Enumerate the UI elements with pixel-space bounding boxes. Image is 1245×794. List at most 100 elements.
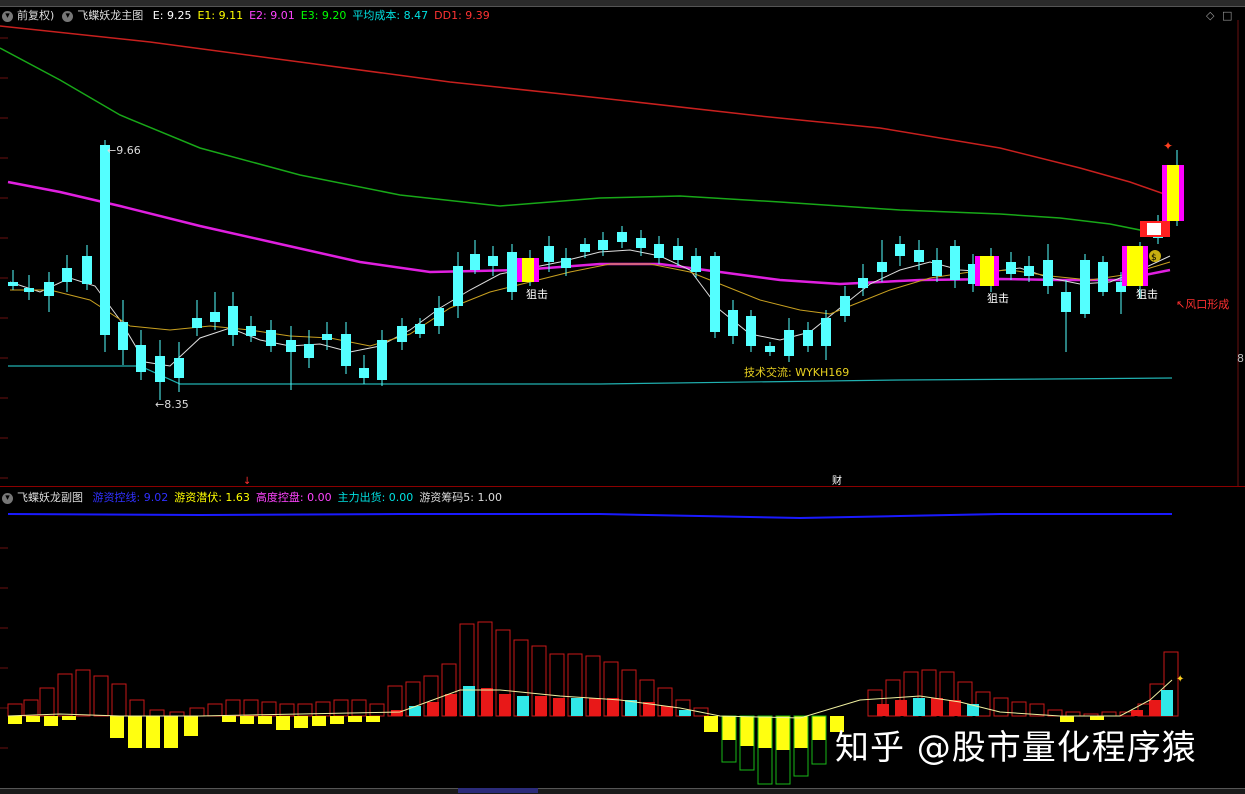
histogram-fill <box>589 698 601 716</box>
candle-body <box>636 238 646 248</box>
candle-body <box>246 326 256 336</box>
histogram-bar-down <box>776 716 790 750</box>
histogram-bar-down <box>366 716 380 722</box>
signal-candle-inner <box>522 258 534 282</box>
histogram-fill <box>1161 690 1173 716</box>
histogram-bar-up <box>93 675 109 717</box>
contact-text: 技术交流: WYKH169 <box>744 365 849 379</box>
histogram-bar-down <box>62 716 76 720</box>
signal-candle-inner <box>980 256 994 286</box>
signal-candle-inner <box>1127 246 1143 286</box>
candle-body <box>580 244 590 252</box>
histogram-bar-up <box>7 703 23 717</box>
candle-body <box>561 258 571 268</box>
candle-body <box>341 334 351 366</box>
histogram-bar-up <box>261 701 277 717</box>
histogram-bar-down <box>222 716 236 722</box>
candle-body <box>136 345 146 372</box>
histogram-fill <box>1131 710 1143 716</box>
candle-body <box>840 296 850 316</box>
histogram-bar-down <box>740 716 754 746</box>
histogram-bar-up <box>243 699 259 717</box>
candle-body <box>950 246 960 280</box>
candle-body <box>415 324 425 334</box>
candle-body <box>1043 260 1053 286</box>
histogram-bar-up <box>23 699 39 717</box>
histogram-fill <box>517 696 529 716</box>
histogram-fill <box>877 704 889 716</box>
candle-body <box>746 316 756 346</box>
candle-body <box>155 356 165 382</box>
histogram-bar-down <box>704 716 718 732</box>
histogram-bar-down <box>110 716 124 738</box>
candle-body <box>359 368 369 378</box>
low-price-label: ←8.35 <box>155 398 189 411</box>
candle-body <box>82 256 92 284</box>
histogram-fill <box>1149 700 1161 716</box>
candle-body <box>784 330 794 356</box>
candle-body <box>8 282 18 286</box>
risk-label: ↖风口形成 <box>1176 298 1229 311</box>
histogram-bar-down <box>758 716 772 748</box>
candle-body <box>617 232 627 242</box>
histogram-marker: ✦ <box>1176 674 1184 685</box>
histogram-bar-down <box>184 716 198 736</box>
snipe-label-1: 狙击 <box>526 288 548 301</box>
control-line <box>7 513 1172 520</box>
candle-body <box>803 330 813 346</box>
histogram-fill <box>499 694 511 716</box>
candle-body <box>210 312 220 322</box>
histogram-fill <box>895 700 907 716</box>
histogram-bar-down <box>258 716 272 724</box>
histogram-bar-up <box>75 669 91 717</box>
alert-box-inner <box>1147 223 1161 235</box>
histogram-fill <box>553 698 565 716</box>
candle-body <box>691 256 701 272</box>
candle-body <box>24 288 34 292</box>
candle-body <box>228 306 238 335</box>
histogram-bar-down <box>146 716 160 748</box>
watermark: 知乎 @股市量化程序猿 <box>835 728 1197 768</box>
candle-body <box>470 254 480 270</box>
candle-body <box>118 322 128 350</box>
candle-body <box>765 346 775 352</box>
histogram-fill <box>409 706 421 716</box>
histogram-bar-up <box>39 687 55 717</box>
candle-body <box>895 244 905 256</box>
histogram-bar-down <box>812 716 826 740</box>
candle-body <box>858 278 868 288</box>
histogram-bar-up <box>351 699 367 717</box>
histogram-fill <box>427 702 439 716</box>
histogram-bar-up <box>1065 711 1081 717</box>
candle-body <box>304 344 314 358</box>
histogram-bar-up <box>129 699 145 717</box>
candle-body <box>1098 262 1108 292</box>
candle-body <box>286 340 296 352</box>
finance-marker: 财 <box>832 474 842 487</box>
candle-body <box>488 256 498 266</box>
histogram-bar-up <box>169 711 185 717</box>
histogram-bar-down <box>128 716 142 748</box>
price-chart[interactable]: $ ✦ ←9.66 ←8.35 狙击 狙击 狙击 ↖风口形成技术交流: WYKH169 财 ↓ ✦ <box>0 0 1245 793</box>
histogram-bar-down <box>26 716 40 722</box>
histogram-bar-down <box>164 716 178 748</box>
candle-body <box>377 340 387 380</box>
histogram-fill <box>913 698 925 716</box>
histogram-bar-down <box>330 716 344 724</box>
snipe-label-3: 狙击 <box>1136 288 1158 301</box>
histogram-fill <box>931 698 943 716</box>
candle-body <box>44 282 54 296</box>
down-marker: ↓ <box>243 476 251 487</box>
date-cursor-tag <box>458 788 538 793</box>
histogram-bar-down <box>294 716 308 728</box>
price-axis-mark: 8 <box>1237 352 1244 365</box>
histogram-fill <box>949 700 961 716</box>
candle-body <box>434 308 444 326</box>
histogram-bar-up <box>149 709 165 717</box>
candle-body <box>1080 260 1090 314</box>
histogram-fill <box>571 698 583 716</box>
histogram-bar-down <box>8 716 22 724</box>
high-price-label: ←9.66 <box>107 144 141 157</box>
histogram-fill <box>445 694 457 716</box>
histogram-fill <box>661 706 673 716</box>
